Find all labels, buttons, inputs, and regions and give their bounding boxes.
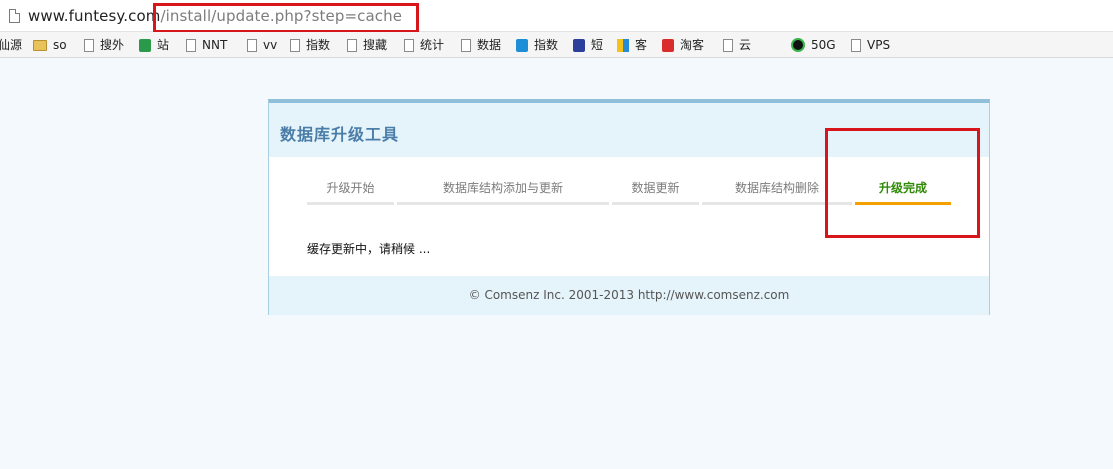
step-structure-add-update: 数据库结构添加与更新	[397, 179, 609, 205]
bookmark-label: vv	[263, 38, 278, 52]
step-upgrade-start: 升级开始	[307, 179, 394, 205]
bookmark-label: VPS	[867, 38, 891, 52]
page-title: 数据库升级工具	[280, 125, 400, 144]
bookmark-item[interactable]: 搜藏	[347, 37, 387, 53]
bookmark-item[interactable]: 指数	[290, 37, 330, 53]
bookmark-item[interactable]: 站	[139, 37, 169, 53]
bookmark-label: NNT	[202, 38, 228, 52]
paw-icon	[573, 38, 585, 52]
bookmark-label: 仙源	[0, 38, 23, 52]
bookmark-item[interactable]: 数据	[461, 37, 501, 53]
bookmark-item[interactable]: 统计	[404, 37, 444, 53]
bookmark-item[interactable]: 50G	[791, 37, 836, 53]
page-icon	[84, 38, 94, 52]
bookmark-item[interactable]: vv	[247, 37, 277, 53]
bookmarks-bar: 仙源 so 搜外 站 NNT vv 指数 搜藏 统计 数据 指数 短 客 淘客 …	[0, 32, 1113, 58]
page-icon	[247, 38, 257, 52]
address-bar[interactable]: www.funtesy.com/install/update.php?step=…	[0, 0, 1113, 33]
site-icon	[139, 38, 151, 52]
bookmark-label: 50G	[811, 38, 836, 52]
bookmark-label: 数据	[477, 38, 502, 52]
bookmark-item[interactable]: 仙源	[0, 37, 22, 53]
bookmark-label: 指数	[306, 38, 331, 52]
bookmark-label: 指数	[534, 38, 559, 52]
bookmark-label: 站	[157, 38, 170, 52]
page-icon	[851, 38, 861, 52]
copyright-footer: © Comsenz Inc. 2001-2013 http://www.coms…	[269, 276, 989, 315]
step-annotation-box	[825, 128, 980, 238]
page-icon	[723, 38, 733, 52]
bookmark-label: 统计	[420, 38, 445, 52]
bookmark-item[interactable]: 云	[723, 37, 751, 53]
page-icon	[186, 38, 196, 52]
bookmark-label: 客	[635, 38, 648, 52]
bookmark-label: 云	[739, 38, 752, 52]
page-icon	[9, 9, 20, 23]
step-data-update: 数据更新	[612, 179, 699, 205]
folder-icon	[33, 39, 47, 51]
bookmark-label: 搜外	[100, 38, 125, 52]
colorful-icon	[617, 38, 629, 52]
circle-icon	[791, 38, 805, 52]
url-host: www.funtesy.com	[28, 7, 161, 25]
bookmark-item[interactable]: NNT	[186, 37, 227, 53]
page-icon	[461, 38, 471, 52]
status-message: 缓存更新中，请稍候 ...	[307, 242, 431, 256]
bookmark-label: 短	[591, 38, 604, 52]
red-logo-icon	[662, 38, 674, 52]
bookmark-item[interactable]: so	[33, 37, 67, 53]
bookmark-item[interactable]: 淘客	[662, 37, 704, 53]
bookmark-item[interactable]: 客	[617, 37, 647, 53]
page-icon	[404, 38, 414, 52]
page-icon	[290, 38, 300, 52]
bookmark-label: 淘客	[680, 38, 705, 52]
url-annotation-box	[153, 3, 419, 33]
zhi-icon	[516, 38, 528, 52]
bookmark-item[interactable]: VPS	[851, 37, 890, 53]
bookmark-label: so	[53, 38, 67, 52]
bookmark-item[interactable]: 搜外	[84, 37, 124, 53]
bookmark-label: 搜藏	[363, 38, 388, 52]
page-icon	[347, 38, 357, 52]
bookmark-item[interactable]: 指数	[516, 37, 558, 53]
bookmark-item[interactable]: 短	[573, 37, 603, 53]
